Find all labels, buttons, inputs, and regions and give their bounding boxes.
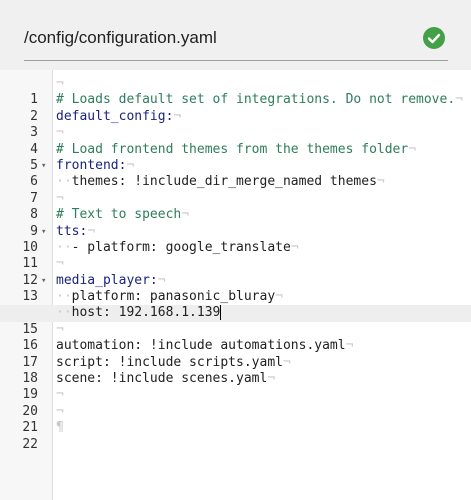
fold-arrow-icon[interactable]: ▾ <box>41 273 46 289</box>
file-path-title: /config/configuration.yaml <box>24 28 217 47</box>
editor-line[interactable]: 21 ¬ <box>0 403 471 435</box>
indent-marker: · <box>63 305 72 321</box>
eol-marker: ¬ <box>157 272 166 288</box>
eol-marker: ¬ <box>56 387 64 403</box>
editor-line[interactable]: 20 ¬ <box>0 387 471 418</box>
comment-text: # Text to speech <box>56 207 182 223</box>
eof-marker: ¶ <box>56 420 64 436</box>
editor-line[interactable]: 3 default_config:¬ <box>0 108 471 140</box>
editor-line[interactable]: 17 automation: !include automations.yaml… <box>0 338 471 369</box>
indent-marker: · <box>63 289 72 305</box>
fold-arrow-icon[interactable]: ▾ <box>41 158 46 174</box>
indent-marker: · <box>56 239 64 255</box>
indent-marker: · <box>56 174 64 190</box>
editor-line[interactable]: 1 ¬ <box>0 76 471 107</box>
indent-marker: · <box>63 174 72 190</box>
text-cursor <box>220 305 222 321</box>
eol-marker: ¬ <box>126 157 135 173</box>
editor-line[interactable]: 10 ▾ tts:¬ <box>0 223 471 255</box>
yaml-entry: - platform: google_translate <box>71 239 291 255</box>
indent-marker: · <box>63 239 72 255</box>
fold-arrow-icon[interactable]: ▾ <box>41 224 46 240</box>
yaml-entry: scene: !include scenes.yaml <box>56 371 268 387</box>
yaml-key: tts: <box>56 223 88 239</box>
eol-marker: ¬ <box>376 174 385 190</box>
yaml-entry: host: 192.168.1.139 <box>71 305 221 321</box>
editor-line[interactable]: 2 # Loads default set of integrations. D… <box>0 92 471 123</box>
editor-line[interactable]: 16 ¬ <box>0 321 471 353</box>
indent-marker: · <box>56 289 64 305</box>
yaml-entry: platform: panasonic_bluray <box>71 289 276 305</box>
eol-marker: ¬ <box>455 92 463 108</box>
editor-line[interactable]: 6 ▾ frontend:¬ <box>0 157 471 189</box>
comment-text: # Loads default set of integrations. Do … <box>56 92 456 108</box>
line-number: 22 <box>22 436 38 452</box>
editor-line[interactable]: 13 ▾ media_player:¬ <box>0 272 471 304</box>
eol-marker: ¬ <box>267 371 276 387</box>
editor-line[interactable]: 12 ¬ <box>0 256 471 287</box>
code-editor[interactable]: 1 ¬ 2 # Loads default set of integration… <box>0 70 471 500</box>
yaml-key: media_player: <box>56 272 158 288</box>
editor-line[interactable]: 18 script: !include scripts.yaml¬ <box>0 354 471 386</box>
yaml-entry: themes: !include_dir_merge_named themes <box>71 174 377 190</box>
editor-line[interactable]: 5 # Load frontend themes from the themes… <box>0 141 471 173</box>
file-header: /config/configuration.yaml <box>0 0 471 70</box>
editor-line[interactable]: 4 ¬ <box>0 125 471 156</box>
eol-marker: ¬ <box>408 141 417 157</box>
yaml-entry: automation: !include automations.yaml <box>56 338 346 354</box>
editor-line[interactable]: 9 # Text to speech¬ <box>0 207 471 238</box>
eol-marker: ¬ <box>290 239 299 255</box>
yaml-entry: script: !include scripts.yaml <box>56 354 283 370</box>
yaml-key: default_config: <box>56 108 174 124</box>
eol-marker: ¬ <box>345 338 354 354</box>
editor-line[interactable]: 19 scene: !include scenes.yaml¬ <box>0 371 471 402</box>
eol-marker: ¬ <box>56 76 64 91</box>
editor-line[interactable]: 8 ¬ <box>0 190 471 222</box>
editor-lines[interactable]: 1 ¬ 2 # Loads default set of integration… <box>0 76 471 452</box>
editor-line[interactable]: 22 ¶ <box>0 420 471 451</box>
eol-marker: ¬ <box>56 321 64 337</box>
eol-marker: ¬ <box>56 256 64 272</box>
yaml-key: frontend: <box>56 157 127 173</box>
eol-marker: ¬ <box>181 207 190 223</box>
eol-marker: ¬ <box>56 125 64 141</box>
eol-marker: ¬ <box>275 289 283 305</box>
active-editor-line[interactable]: 15 ··host: 192.168.1.139 <box>0 305 471 337</box>
eol-marker: ¬ <box>173 108 182 124</box>
path-underline <box>24 60 448 61</box>
eol-marker: ¬ <box>87 223 96 239</box>
check-circle-icon <box>423 27 445 49</box>
comment-text: # Load frontend themes from the themes f… <box>56 141 409 157</box>
indent-marker: · <box>56 305 64 321</box>
eol-marker: ¬ <box>56 403 64 419</box>
editor-line[interactable]: 11 ··- platform: google_translate¬ <box>0 239 471 271</box>
eol-marker: ¬ <box>56 190 64 206</box>
eol-marker: ¬ <box>282 354 291 370</box>
editor-line[interactable]: 14 ··platform: panasonic_bluray¬ <box>0 289 471 320</box>
editor-line[interactable]: 7 ··themes: !include_dir_merge_named the… <box>0 174 471 205</box>
